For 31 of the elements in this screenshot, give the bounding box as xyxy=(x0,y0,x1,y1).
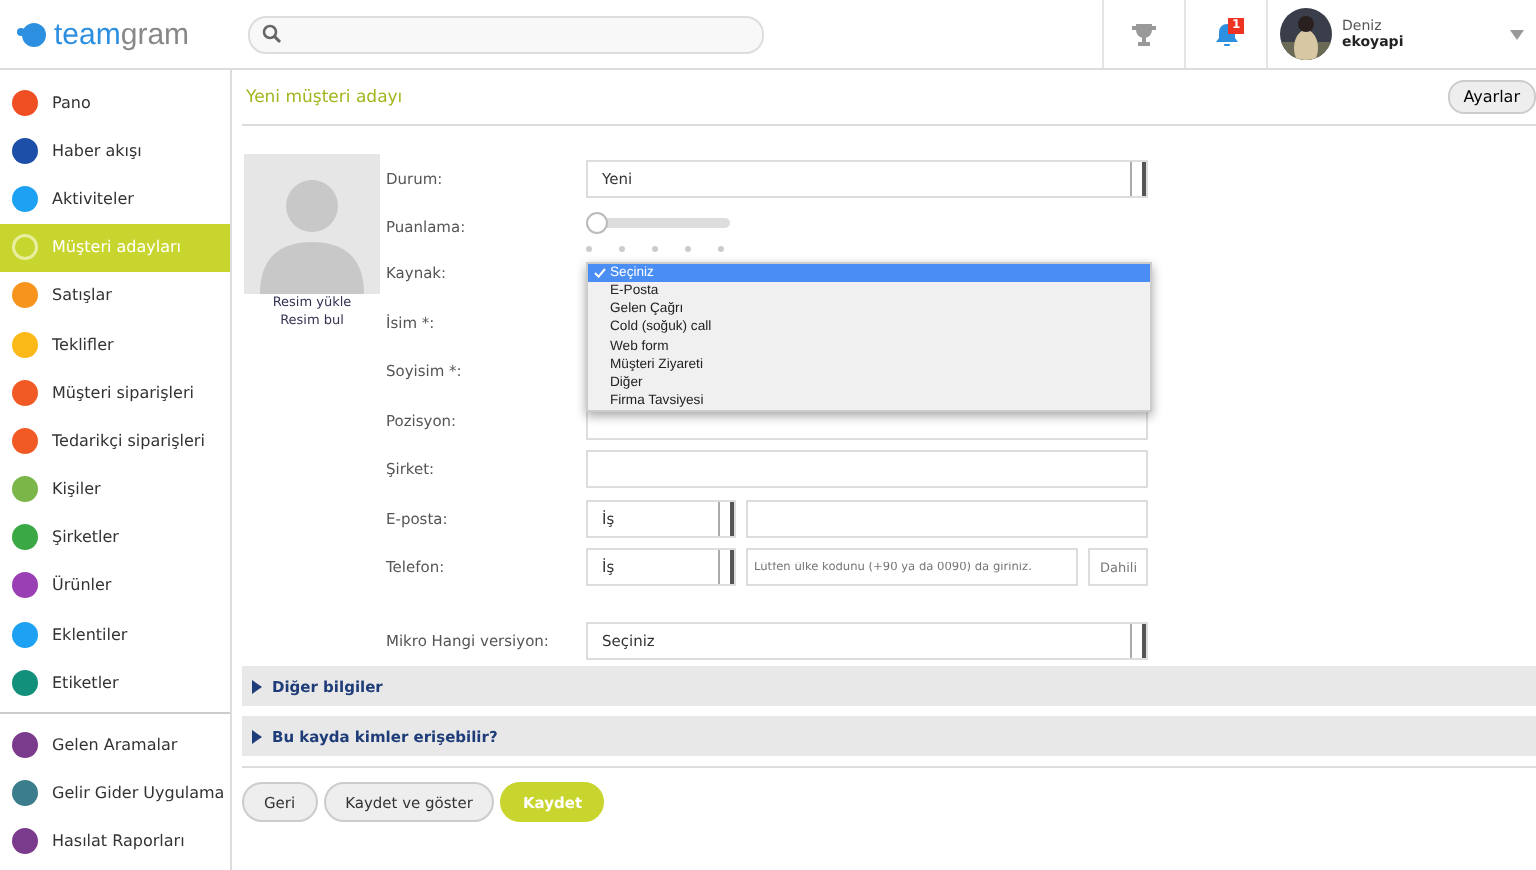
sidebar-item[interactable]: Teklifler xyxy=(0,319,230,369)
sidebar-item[interactable]: Haber akışı xyxy=(0,126,230,175)
avatar-placeholder-icon xyxy=(244,154,380,294)
sidebar-item[interactable]: Tedarikçi siparişleri xyxy=(0,416,230,465)
sidebar-item[interactable]: Kişiler xyxy=(0,465,230,514)
email-field[interactable] xyxy=(746,499,1148,538)
input-field[interactable] xyxy=(586,450,1148,489)
slider-handle[interactable] xyxy=(586,211,608,233)
sidebar-item[interactable]: Ürünler xyxy=(0,561,230,611)
expand-arrow-icon xyxy=(252,679,262,693)
search-icon xyxy=(262,24,282,44)
sidebar-item[interactable]: Etiketler xyxy=(0,658,230,707)
sidebar-item[interactable]: Satışlar xyxy=(0,271,230,320)
trophy-icon[interactable] xyxy=(1132,23,1156,45)
page-title: Yeni müşteri adayı xyxy=(246,87,403,107)
sidebar-item[interactable]: Hasılat Raporları xyxy=(0,817,230,866)
sidebar-item[interactable]: Müşteri siparişleri xyxy=(0,368,230,417)
logo-icon xyxy=(16,21,48,47)
expand-arrow-icon xyxy=(252,729,262,743)
caret-icon[interactable] xyxy=(1510,29,1524,39)
sidebar-item[interactable]: Gelir Gider Uygulama xyxy=(0,769,230,818)
sidebar-item[interactable]: Aktiviteler xyxy=(0,174,230,224)
settings-button[interactable]: Ayarlar xyxy=(1447,80,1536,114)
sidebar-item[interactable]: Gelen Aramalar xyxy=(0,720,230,770)
logo-text: teamgram xyxy=(54,17,190,51)
sidebar-item[interactable]: Şirketler xyxy=(0,513,230,562)
sidebar-item[interactable]: Pano xyxy=(0,78,230,127)
search-field[interactable] xyxy=(248,15,764,53)
sidebar-item[interactable]: Eklentiler xyxy=(0,610,230,659)
rating-slider[interactable] xyxy=(586,211,734,233)
check-icon xyxy=(593,267,605,278)
